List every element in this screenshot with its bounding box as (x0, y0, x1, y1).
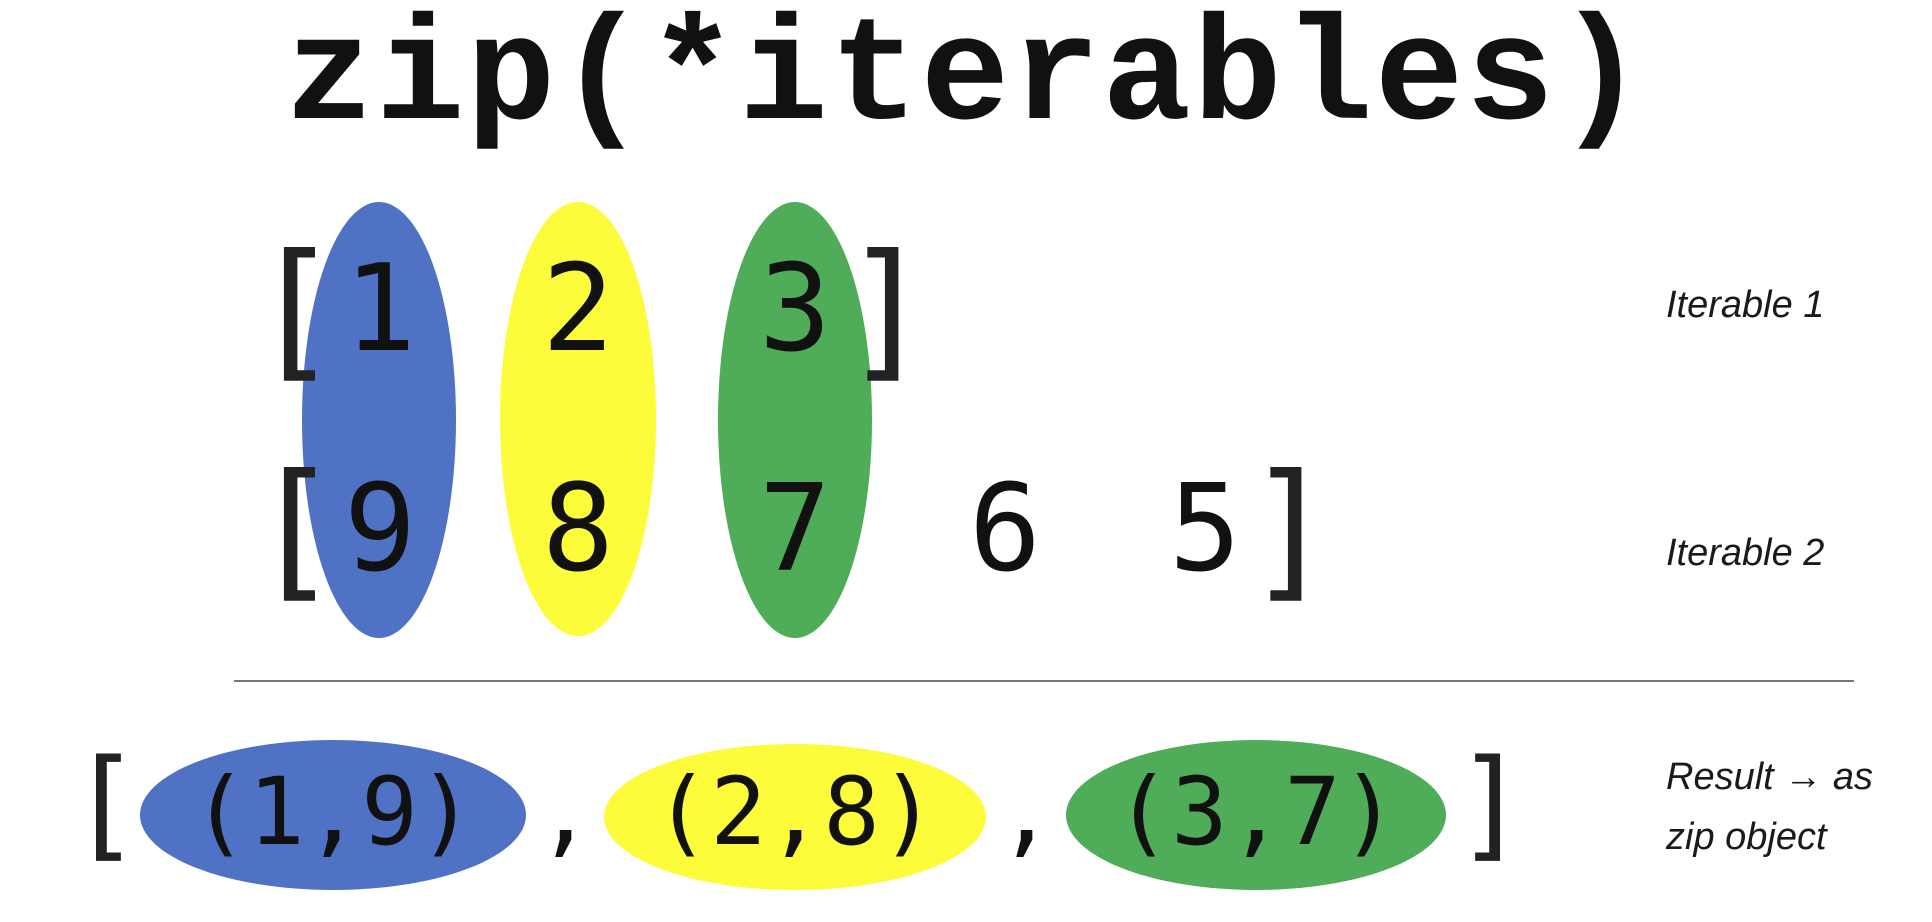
divider-line (234, 680, 1854, 682)
result-tuple-1: (1,9) (191, 758, 475, 867)
result-close-bracket: ] (1454, 735, 1528, 874)
iterable-2-label: Iterable 2 (1666, 532, 1825, 574)
iterable-1-item-3: 3 (758, 240, 832, 379)
iterable-2-item-1: 9 (343, 460, 417, 599)
title: zip(*iterables) (284, 0, 1648, 163)
iterable-2-item-2: 8 (541, 460, 615, 599)
iterable-2-item-3: 7 (758, 460, 832, 599)
result-tuple-3: (3,7) (1114, 758, 1398, 867)
iterable-2-close-bracket: ] (1245, 443, 1336, 617)
result-label-line-1: Result → as (1666, 756, 1873, 798)
result-open-bracket: [ (68, 735, 142, 874)
result-separator-2: , (997, 758, 1055, 867)
iterable-1-close-bracket: ] (842, 223, 933, 397)
iterable-2-item-4: 6 (968, 460, 1042, 599)
result-label-line-2: zip object (1666, 816, 1827, 858)
iterable-1-item-1: 1 (343, 240, 417, 379)
result-separator-1: , (536, 758, 594, 867)
iterable-1-label: Iterable 1 (1666, 284, 1825, 326)
result-tuple-2: (2,8) (653, 758, 937, 867)
iterable-1-item-2: 2 (541, 240, 615, 379)
